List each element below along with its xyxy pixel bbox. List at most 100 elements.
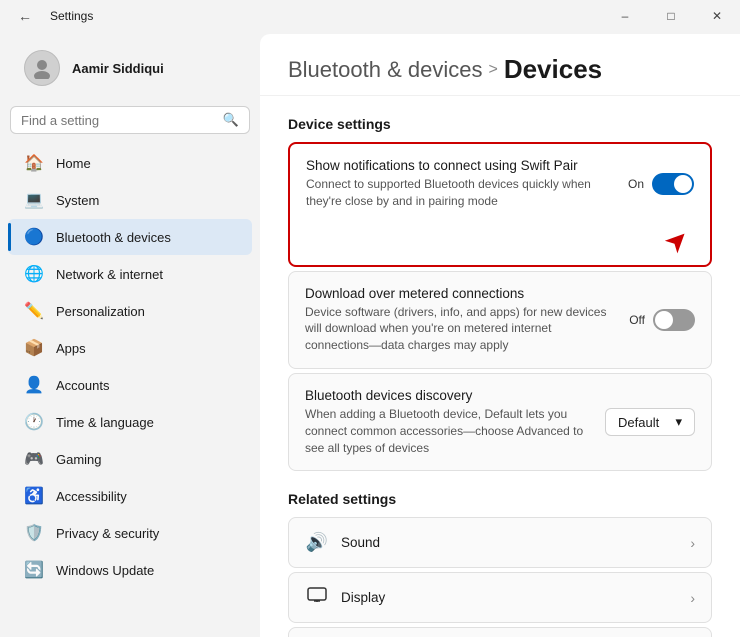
bluetooth-icon: 🔵 <box>24 227 44 247</box>
swift-pair-label: Show notifications to connect using Swif… <box>306 158 612 173</box>
content-body: Device settings Show notifications to co… <box>260 96 740 637</box>
sidebar-item-label: Bluetooth & devices <box>56 230 171 245</box>
swift-pair-toggle-label: On <box>628 177 644 191</box>
sidebar-item-accessibility[interactable]: ♿ Accessibility <box>8 478 252 514</box>
titlebar: ← Settings – □ ✕ <box>0 0 740 32</box>
swift-pair-desc: Connect to supported Bluetooth devices q… <box>306 176 612 210</box>
discovery-dropdown-value: Default <box>618 415 659 430</box>
display-chevron-icon: › <box>690 590 695 606</box>
system-icon: 💻 <box>24 190 44 210</box>
sidebar-item-label: Home <box>56 156 91 171</box>
discovery-row[interactable]: Bluetooth devices discovery When adding … <box>289 374 711 470</box>
time-icon: 🕐 <box>24 412 44 432</box>
sidebar-item-label: Time & language <box>56 415 154 430</box>
titlebar-title: Settings <box>50 9 93 23</box>
breadcrumb-current: Devices <box>504 54 602 85</box>
metered-toggle[interactable] <box>653 309 695 331</box>
metered-toggle-container: Off <box>629 309 695 331</box>
related-settings-title: Related settings <box>288 491 712 507</box>
privacy-icon: 🛡️ <box>24 523 44 543</box>
sidebar-item-home[interactable]: 🏠 Home <box>8 145 252 181</box>
sidebar-item-bluetooth[interactable]: 🔵 Bluetooth & devices <box>8 219 252 255</box>
user-profile[interactable]: Aamir Siddiqui <box>8 36 252 96</box>
display-card: Display › <box>288 572 712 623</box>
gaming-icon: 🎮 <box>24 449 44 469</box>
content-area: Bluetooth & devices > Devices Device set… <box>260 34 740 637</box>
swift-pair-text: Show notifications to connect using Swif… <box>306 158 612 210</box>
sidebar-item-time[interactable]: 🕐 Time & language <box>8 404 252 440</box>
sidebar-item-label: Gaming <box>56 452 102 467</box>
minimize-button[interactable]: – <box>602 0 648 32</box>
accounts-icon: 👤 <box>24 375 44 395</box>
discovery-text: Bluetooth devices discovery When adding … <box>305 388 589 456</box>
search-icon: 🔍 <box>223 112 239 128</box>
discovery-label: Bluetooth devices discovery <box>305 388 589 403</box>
arrow-annotation: ➤ <box>290 224 710 265</box>
update-icon: 🔄 <box>24 560 44 580</box>
sidebar-item-system[interactable]: 💻 System <box>8 182 252 218</box>
user-name: Aamir Siddiqui <box>72 61 164 76</box>
swift-pair-card: Show notifications to connect using Swif… <box>288 142 712 267</box>
close-button[interactable]: ✕ <box>694 0 740 32</box>
device-settings-title: Device settings <box>288 116 712 132</box>
nav-list: 🏠 Home 💻 System 🔵 Bluetooth & devices 🌐 … <box>0 144 260 589</box>
chevron-down-icon: ▾ <box>675 414 682 430</box>
sidebar-item-label: Personalization <box>56 304 145 319</box>
network-icon: 🌐 <box>24 264 44 284</box>
bluetooth-files-row[interactable]: Send or receive files via Bluetooth ⬡ <box>289 628 711 637</box>
sidebar-item-personalization[interactable]: ✏️ Personalization <box>8 293 252 329</box>
display-row[interactable]: Display › <box>289 573 711 622</box>
discovery-desc: When adding a Bluetooth device, Default … <box>305 406 589 456</box>
display-label: Display <box>341 590 678 605</box>
bluetooth-files-card: Send or receive files via Bluetooth ⬡ <box>288 627 712 637</box>
metered-text: Download over metered connections Device… <box>305 286 613 354</box>
sound-card: 🔊 Sound › <box>288 517 712 568</box>
sidebar: Aamir Siddiqui 🔍 🏠 Home 💻 System 🔵 Bluet… <box>0 32 260 637</box>
search-container: 🔍 <box>0 100 260 144</box>
swift-pair-toggle[interactable] <box>652 173 694 195</box>
main-container: Aamir Siddiqui 🔍 🏠 Home 💻 System 🔵 Bluet… <box>0 32 740 637</box>
home-icon: 🏠 <box>24 153 44 173</box>
swift-pair-row[interactable]: Show notifications to connect using Swif… <box>290 144 710 224</box>
metered-toggle-label: Off <box>629 313 645 327</box>
sidebar-item-gaming[interactable]: 🎮 Gaming <box>8 441 252 477</box>
swift-pair-toggle-container: On <box>628 173 694 195</box>
avatar <box>24 50 60 86</box>
sidebar-item-label: System <box>56 193 99 208</box>
accessibility-icon: ♿ <box>24 486 44 506</box>
display-icon <box>305 587 329 608</box>
sidebar-item-update[interactable]: 🔄 Windows Update <box>8 552 252 588</box>
metered-row[interactable]: Download over metered connections Device… <box>289 272 711 368</box>
sidebar-item-label: Network & internet <box>56 267 163 282</box>
metered-label: Download over metered connections <box>305 286 613 301</box>
sidebar-item-label: Windows Update <box>56 563 154 578</box>
chevron-right-icon: › <box>690 535 695 551</box>
sidebar-item-network[interactable]: 🌐 Network & internet <box>8 256 252 292</box>
metered-card: Download over metered connections Device… <box>288 271 712 369</box>
apps-icon: 📦 <box>24 338 44 358</box>
red-arrow-icon: ➤ <box>656 220 696 260</box>
breadcrumb-link[interactable]: Bluetooth & devices <box>288 57 482 83</box>
breadcrumb-separator: > <box>488 61 497 79</box>
sidebar-item-privacy[interactable]: 🛡️ Privacy & security <box>8 515 252 551</box>
discovery-card: Bluetooth devices discovery When adding … <box>288 373 712 471</box>
back-button[interactable]: ← <box>12 6 38 26</box>
sidebar-item-label: Accounts <box>56 378 109 393</box>
sidebar-item-accounts[interactable]: 👤 Accounts <box>8 367 252 403</box>
metered-toggle-knob <box>655 311 673 329</box>
sound-label: Sound <box>341 535 678 550</box>
breadcrumb: Bluetooth & devices > Devices <box>288 54 712 85</box>
maximize-button[interactable]: □ <box>648 0 694 32</box>
toggle-knob <box>674 175 692 193</box>
discovery-dropdown[interactable]: Default ▾ <box>605 408 695 436</box>
search-input[interactable] <box>21 113 215 128</box>
sidebar-item-apps[interactable]: 📦 Apps <box>8 330 252 366</box>
sound-row[interactable]: 🔊 Sound › <box>289 518 711 567</box>
sound-icon: 🔊 <box>305 532 329 553</box>
related-settings-section: Related settings 🔊 Sound › <box>288 491 712 637</box>
personalization-icon: ✏️ <box>24 301 44 321</box>
search-box: 🔍 <box>10 106 250 134</box>
metered-desc: Device software (drivers, info, and apps… <box>305 304 613 354</box>
sidebar-item-label: Accessibility <box>56 489 127 504</box>
window-controls: – □ ✕ <box>602 0 740 32</box>
